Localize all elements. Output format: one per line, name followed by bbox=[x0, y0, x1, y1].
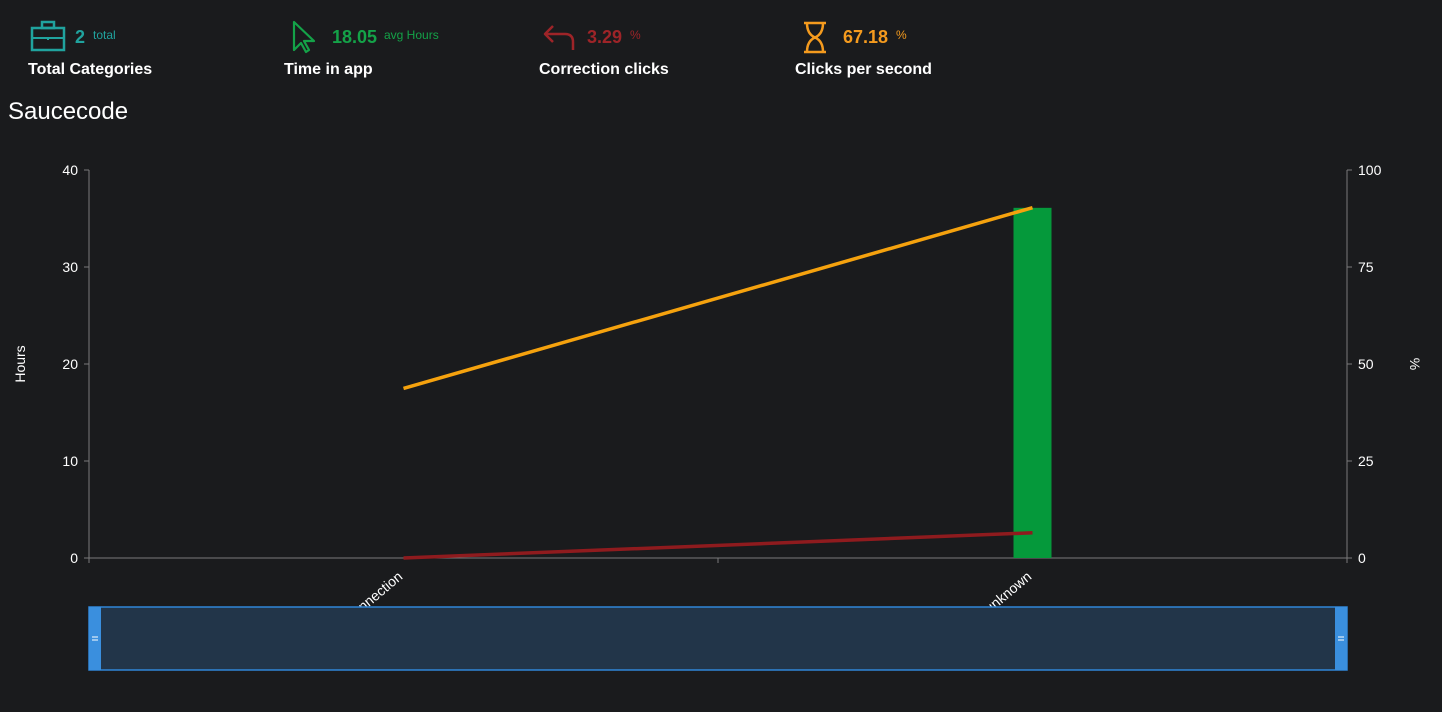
y-tick-label-left: 40 bbox=[62, 162, 78, 178]
zoom-handle-right[interactable] bbox=[1335, 607, 1347, 670]
zoom-handle-left[interactable] bbox=[89, 607, 101, 670]
y-axis-title-left: Hours bbox=[12, 345, 28, 382]
y-tick-label-right: 0 bbox=[1358, 550, 1366, 566]
y-tick-label-right: 100 bbox=[1358, 162, 1382, 178]
y-tick-label-left: 20 bbox=[62, 356, 78, 372]
line-series-2 bbox=[403, 531, 1033, 560]
y-tick-label-right: 75 bbox=[1358, 259, 1374, 275]
bar-unknown bbox=[1013, 207, 1052, 558]
y-tick-label-left: 30 bbox=[62, 259, 78, 275]
y-axis-title-right: % bbox=[1407, 358, 1423, 370]
chart: 0102030400255075100Hours% Remote Connect… bbox=[12, 162, 1423, 671]
y-tick-label-right: 50 bbox=[1358, 356, 1374, 372]
y-tick-label-left: 0 bbox=[70, 550, 78, 566]
y-tick-label-left: 10 bbox=[62, 453, 78, 469]
y-tick-label-right: 25 bbox=[1358, 453, 1374, 469]
zoom-slider-track bbox=[88, 606, 1348, 671]
line-series-1 bbox=[403, 205, 1033, 391]
